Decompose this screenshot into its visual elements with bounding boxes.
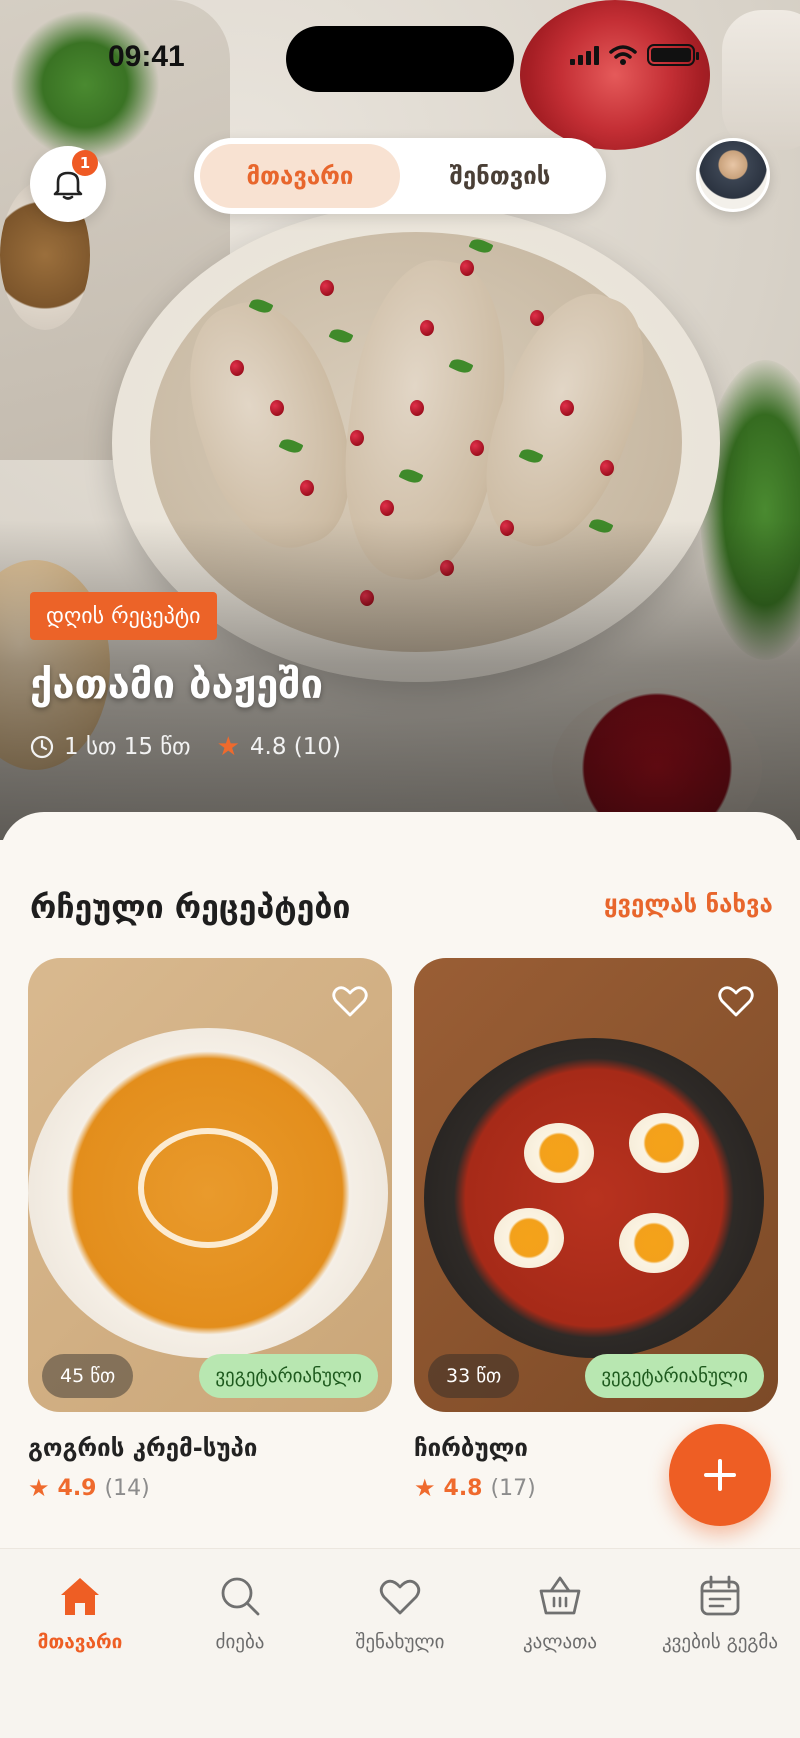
notification-badge: 1 xyxy=(72,150,98,176)
bottom-tab-bar: მთავარი ძიება შენახული კალათა კვების გეგ… xyxy=(0,1548,800,1738)
vegetarian-badge: ვეგეტარიანული xyxy=(199,1354,378,1398)
heart-icon xyxy=(379,1579,421,1615)
tab-search[interactable]: ძიება xyxy=(160,1573,320,1653)
tab-home[interactable]: მთავარი xyxy=(0,1573,160,1653)
mug-decoration xyxy=(722,10,800,150)
tab-meal-plan[interactable]: კვების გეგმა xyxy=(640,1573,800,1653)
tab-saved[interactable]: შენახული xyxy=(320,1573,480,1653)
star-icon: ★ xyxy=(28,1474,50,1502)
home-icon xyxy=(61,1578,99,1615)
hero-meta: 1 სთ 15 წთ ★ 4.8 (10) xyxy=(30,732,341,762)
feed-switch[interactable]: მთავარი შენთვის xyxy=(194,138,606,214)
add-recipe-button[interactable] xyxy=(669,1424,771,1526)
hero-image[interactable] xyxy=(0,0,800,840)
recipe-image[interactable]: 33 წთ ვეგეტარიანული xyxy=(414,958,778,1412)
basket-icon xyxy=(539,1576,581,1615)
herbs-decoration xyxy=(10,10,160,160)
avatar[interactable] xyxy=(696,138,770,212)
hero-rating: 4.8 (10) xyxy=(249,734,342,760)
see-all-link[interactable]: ყველას ნახვა xyxy=(604,890,773,918)
heart-icon xyxy=(718,986,754,1017)
recipe-card[interactable]: 45 წთ ვეგეტარიანული გოგრის კრემ-სუპი ★ 4… xyxy=(28,958,392,1502)
tab-basket[interactable]: კალათა xyxy=(480,1573,640,1653)
battery-icon xyxy=(647,44,699,66)
status-icons xyxy=(570,44,699,66)
clock-icon xyxy=(30,735,54,759)
tab-main[interactable]: მთავარი xyxy=(200,144,400,208)
heart-icon xyxy=(332,986,368,1017)
signal-icon xyxy=(570,45,599,65)
recipe-image[interactable]: 45 წთ ვეგეტარიანული xyxy=(28,958,392,1412)
recipe-card[interactable]: 33 წთ ვეგეტარიანული ჩირბული ★ 4.8 (17) xyxy=(414,958,778,1502)
wifi-icon xyxy=(609,45,637,65)
star-icon: ★ xyxy=(216,732,240,762)
cook-time-badge: 33 წთ xyxy=(428,1354,520,1398)
section-title: რჩეული რეცეპტები xyxy=(30,888,351,926)
hero-recipe-title[interactable]: ქათამი ბაჟეში xyxy=(30,662,323,708)
status-time: 09:41 xyxy=(108,40,185,73)
recipe-rating: ★ 4.9 (14) xyxy=(28,1474,150,1502)
plus-icon xyxy=(704,1459,736,1491)
favorite-button[interactable] xyxy=(716,982,756,1022)
recipe-name[interactable]: გოგრის კრემ-სუპი xyxy=(28,1434,392,1462)
calendar-icon xyxy=(700,1575,740,1616)
star-icon: ★ xyxy=(414,1474,436,1502)
search-icon xyxy=(221,1577,260,1616)
pomegranate-decoration xyxy=(520,0,710,150)
recipe-of-day-badge: დღის რეცეპტი xyxy=(30,592,217,640)
cook-time-badge: 45 წთ xyxy=(42,1354,134,1398)
hero-cook-time: 1 სთ 15 წთ xyxy=(64,734,191,760)
tab-for-you[interactable]: შენთვის xyxy=(400,144,600,208)
favorite-button[interactable] xyxy=(330,982,370,1022)
vegetarian-badge: ვეგეტარიანული xyxy=(585,1354,764,1398)
dynamic-island xyxy=(286,26,514,92)
